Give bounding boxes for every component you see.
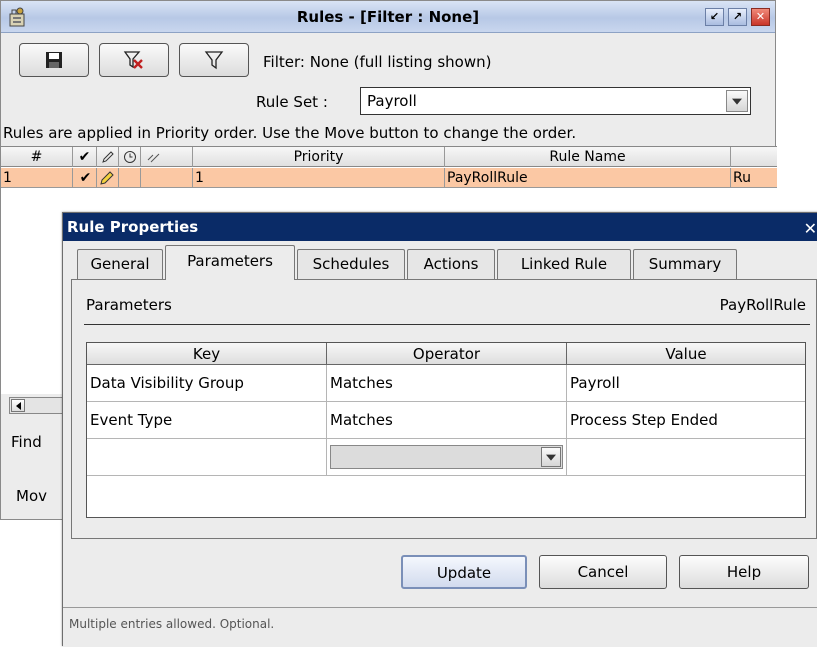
rule-set-value: Payroll (367, 92, 417, 110)
dialog-title: Rule Properties (67, 218, 199, 236)
tab-parameters[interactable]: Parameters (165, 245, 295, 280)
filter-button[interactable] (179, 43, 249, 77)
help-button[interactable]: Help (679, 555, 809, 589)
col-value[interactable]: Value (567, 343, 805, 365)
col-rule-name[interactable]: Rule Name (445, 147, 731, 167)
table-row-new[interactable] (87, 439, 805, 476)
param-value[interactable]: Payroll (567, 365, 805, 402)
param-value[interactable]: Process Step Ended (567, 402, 805, 439)
row-schedule (119, 168, 141, 188)
edit-icon[interactable] (97, 168, 119, 188)
param-key[interactable]: Data Visibility Group (87, 365, 327, 402)
close-icon[interactable]: ✕ (804, 215, 817, 243)
table-row[interactable]: Event Type Matches Process Step Ended (87, 402, 805, 439)
rule-properties-dialog: Rule Properties ✕ General Parameters Sch… (62, 212, 817, 647)
rule-set-select[interactable]: Payroll (360, 87, 751, 115)
parameters-table: Key Operator Value Data Visibility Group… (86, 342, 806, 518)
operator-select[interactable] (330, 445, 563, 469)
pencil-icon[interactable] (97, 147, 119, 167)
tab-schedules[interactable]: Schedules (297, 249, 405, 279)
maximize-icon[interactable]: ↗ (728, 8, 747, 26)
col-number[interactable]: # (1, 147, 73, 167)
new-param-value[interactable] (567, 439, 805, 476)
current-rule-name: PayRollRule (719, 296, 806, 314)
rules-window-title: Rules - [Filter : None] (296, 8, 480, 26)
filter-icon (204, 51, 224, 70)
dropdown-arrow-icon[interactable] (541, 447, 561, 467)
tab-bar: General Parameters Schedules Actions Lin… (71, 245, 811, 280)
clock-icon[interactable] (119, 147, 141, 167)
parameters-table-header: Key Operator Value (87, 343, 805, 365)
clear-filter-icon (123, 51, 143, 69)
dialog-titlebar[interactable]: Rule Properties ✕ (63, 213, 817, 241)
save-icon (46, 52, 62, 68)
clear-filter-button[interactable] (99, 43, 169, 77)
update-button[interactable]: Update (401, 555, 527, 589)
tab-general[interactable]: General (77, 249, 163, 279)
rules-titlebar[interactable]: Rules - [Filter : None] ↙ ↗ ✕ (1, 1, 775, 33)
dropdown-arrow-icon[interactable] (726, 90, 748, 112)
col-operator[interactable]: Operator (327, 343, 567, 365)
col-key[interactable]: Key (87, 343, 327, 365)
scroll-left-icon[interactable] (11, 399, 25, 412)
cancel-button[interactable]: Cancel (539, 555, 667, 589)
tab-actions[interactable]: Actions (407, 249, 495, 279)
new-param-operator-cell (327, 439, 567, 476)
row-linked (141, 168, 193, 188)
divider (84, 324, 810, 325)
param-operator[interactable]: Matches (327, 402, 567, 439)
close-icon[interactable]: ✕ (751, 8, 770, 26)
table-row[interactable]: Data Visibility Group Matches Payroll (87, 365, 805, 402)
move-label: Mov (16, 487, 47, 505)
status-bar: Multiple entries allowed. Optional. (63, 607, 817, 647)
find-label: Find (11, 433, 42, 451)
filter-status-text: Filter: None (full listing shown) (263, 53, 492, 71)
col-priority[interactable]: Priority (193, 147, 445, 167)
rule-set-label: Rule Set : (256, 93, 328, 111)
param-key[interactable]: Event Type (87, 402, 327, 439)
row-number: 1 (1, 168, 73, 188)
minimize-icon[interactable]: ↙ (705, 8, 724, 26)
link-icon[interactable] (141, 147, 193, 167)
parameters-panel: Parameters PayRollRule Key Operator Valu… (71, 279, 817, 539)
table-row[interactable]: 1 ✔ 1 PayRollRule Ru (1, 168, 777, 188)
row-rule-name: PayRollRule (445, 168, 731, 188)
checkmark-icon[interactable]: ✔ (73, 147, 97, 167)
tab-summary[interactable]: Summary (633, 249, 737, 279)
rules-table-header: # ✔ Priority Rule Name (1, 147, 777, 167)
status-text: Multiple entries allowed. Optional. (69, 617, 275, 631)
param-operator[interactable]: Matches (327, 365, 567, 402)
rules-info-text: Rules are applied in Priority order. Use… (3, 124, 577, 142)
parameters-heading: Parameters (86, 296, 172, 314)
row-extra: Ru (733, 170, 751, 186)
save-button[interactable] (19, 43, 89, 77)
row-enabled[interactable]: ✔ (73, 168, 97, 188)
tab-linked-rule[interactable]: Linked Rule (497, 249, 631, 279)
horizontal-scrollbar[interactable] (9, 397, 69, 414)
row-priority: 1 (193, 168, 445, 188)
new-param-key[interactable] (87, 439, 327, 476)
